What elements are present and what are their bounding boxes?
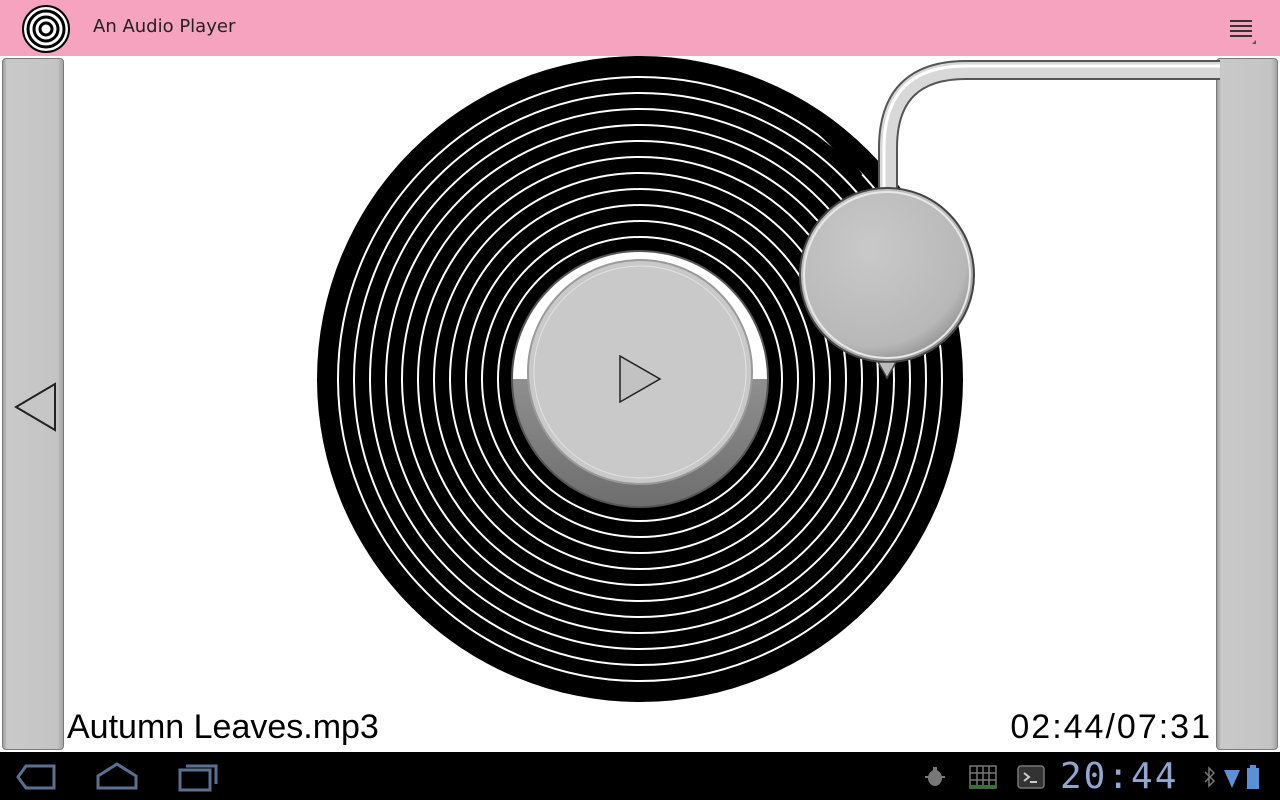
wifi-icon <box>1224 770 1240 788</box>
app-title: An Audio Player <box>93 16 236 37</box>
bluetooth-icon <box>1204 766 1216 788</box>
battery-icon <box>1247 765 1259 789</box>
song-title: Autumn Leaves.mp3 <box>67 708 379 746</box>
play-button[interactable] <box>511 250 769 508</box>
recent-apps-icon[interactable] <box>176 760 220 794</box>
previous-track-icon <box>14 382 56 432</box>
next-track-button[interactable] <box>1216 58 1278 750</box>
turntable <box>317 56 1220 702</box>
player-area: Autumn Leaves.mp3 02:44/07:31 <box>0 56 1280 752</box>
back-icon[interactable] <box>16 760 60 794</box>
debug-icon[interactable] <box>922 764 948 790</box>
tone-arm[interactable] <box>799 60 1220 380</box>
vinyl-record-icon[interactable] <box>22 5 70 53</box>
time-readout: 02:44/07:31 <box>1010 708 1212 746</box>
overflow-menu-icon[interactable] <box>1222 14 1262 46</box>
terminal-icon[interactable] <box>1016 764 1046 790</box>
grid-icon[interactable] <box>968 764 998 790</box>
clock: 20:44 <box>1060 756 1179 797</box>
system-bar: 20:44 <box>0 752 1280 800</box>
action-bar: An Audio Player <box>0 0 1280 56</box>
previous-track-button[interactable] <box>2 58 64 750</box>
home-icon[interactable] <box>94 760 140 794</box>
